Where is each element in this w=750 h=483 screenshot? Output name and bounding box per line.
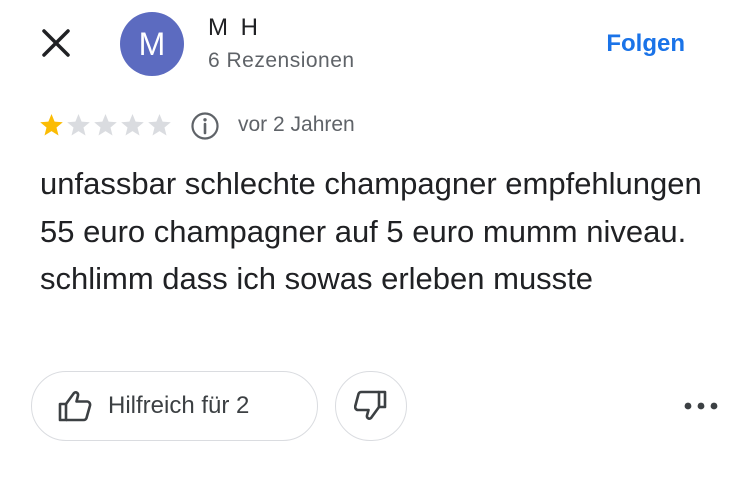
more-options-icon — [684, 402, 718, 410]
helpful-label: Hilfreich für 2 — [108, 392, 250, 419]
user-name[interactable]: M H — [208, 14, 261, 42]
review-count: 6 Rezensionen — [208, 49, 355, 72]
star-filled-icon — [40, 114, 63, 136]
avatar[interactable]: M — [120, 12, 184, 76]
review-text: unfassbar schlechte champagner empfehlun… — [40, 166, 702, 296]
star-rating — [38, 112, 173, 139]
not-helpful-button[interactable] — [335, 371, 407, 441]
star-empty-icon — [148, 114, 171, 136]
info-icon[interactable] — [190, 111, 220, 141]
star-empty-icon — [121, 114, 144, 136]
follow-button[interactable]: Folgen — [606, 30, 685, 58]
star-empty-icon — [94, 114, 117, 136]
star-empty-icon — [67, 114, 90, 136]
avatar-letter: M — [138, 25, 166, 62]
thumbs-up-icon — [58, 391, 92, 422]
more-options-button[interactable] — [680, 390, 724, 422]
close-icon — [42, 29, 70, 57]
close-button[interactable] — [38, 25, 74, 61]
helpful-button[interactable]: Hilfreich für 2 — [31, 371, 318, 441]
thumbs-down-icon — [354, 390, 387, 420]
review-timestamp: vor 2 Jahren — [238, 113, 355, 136]
